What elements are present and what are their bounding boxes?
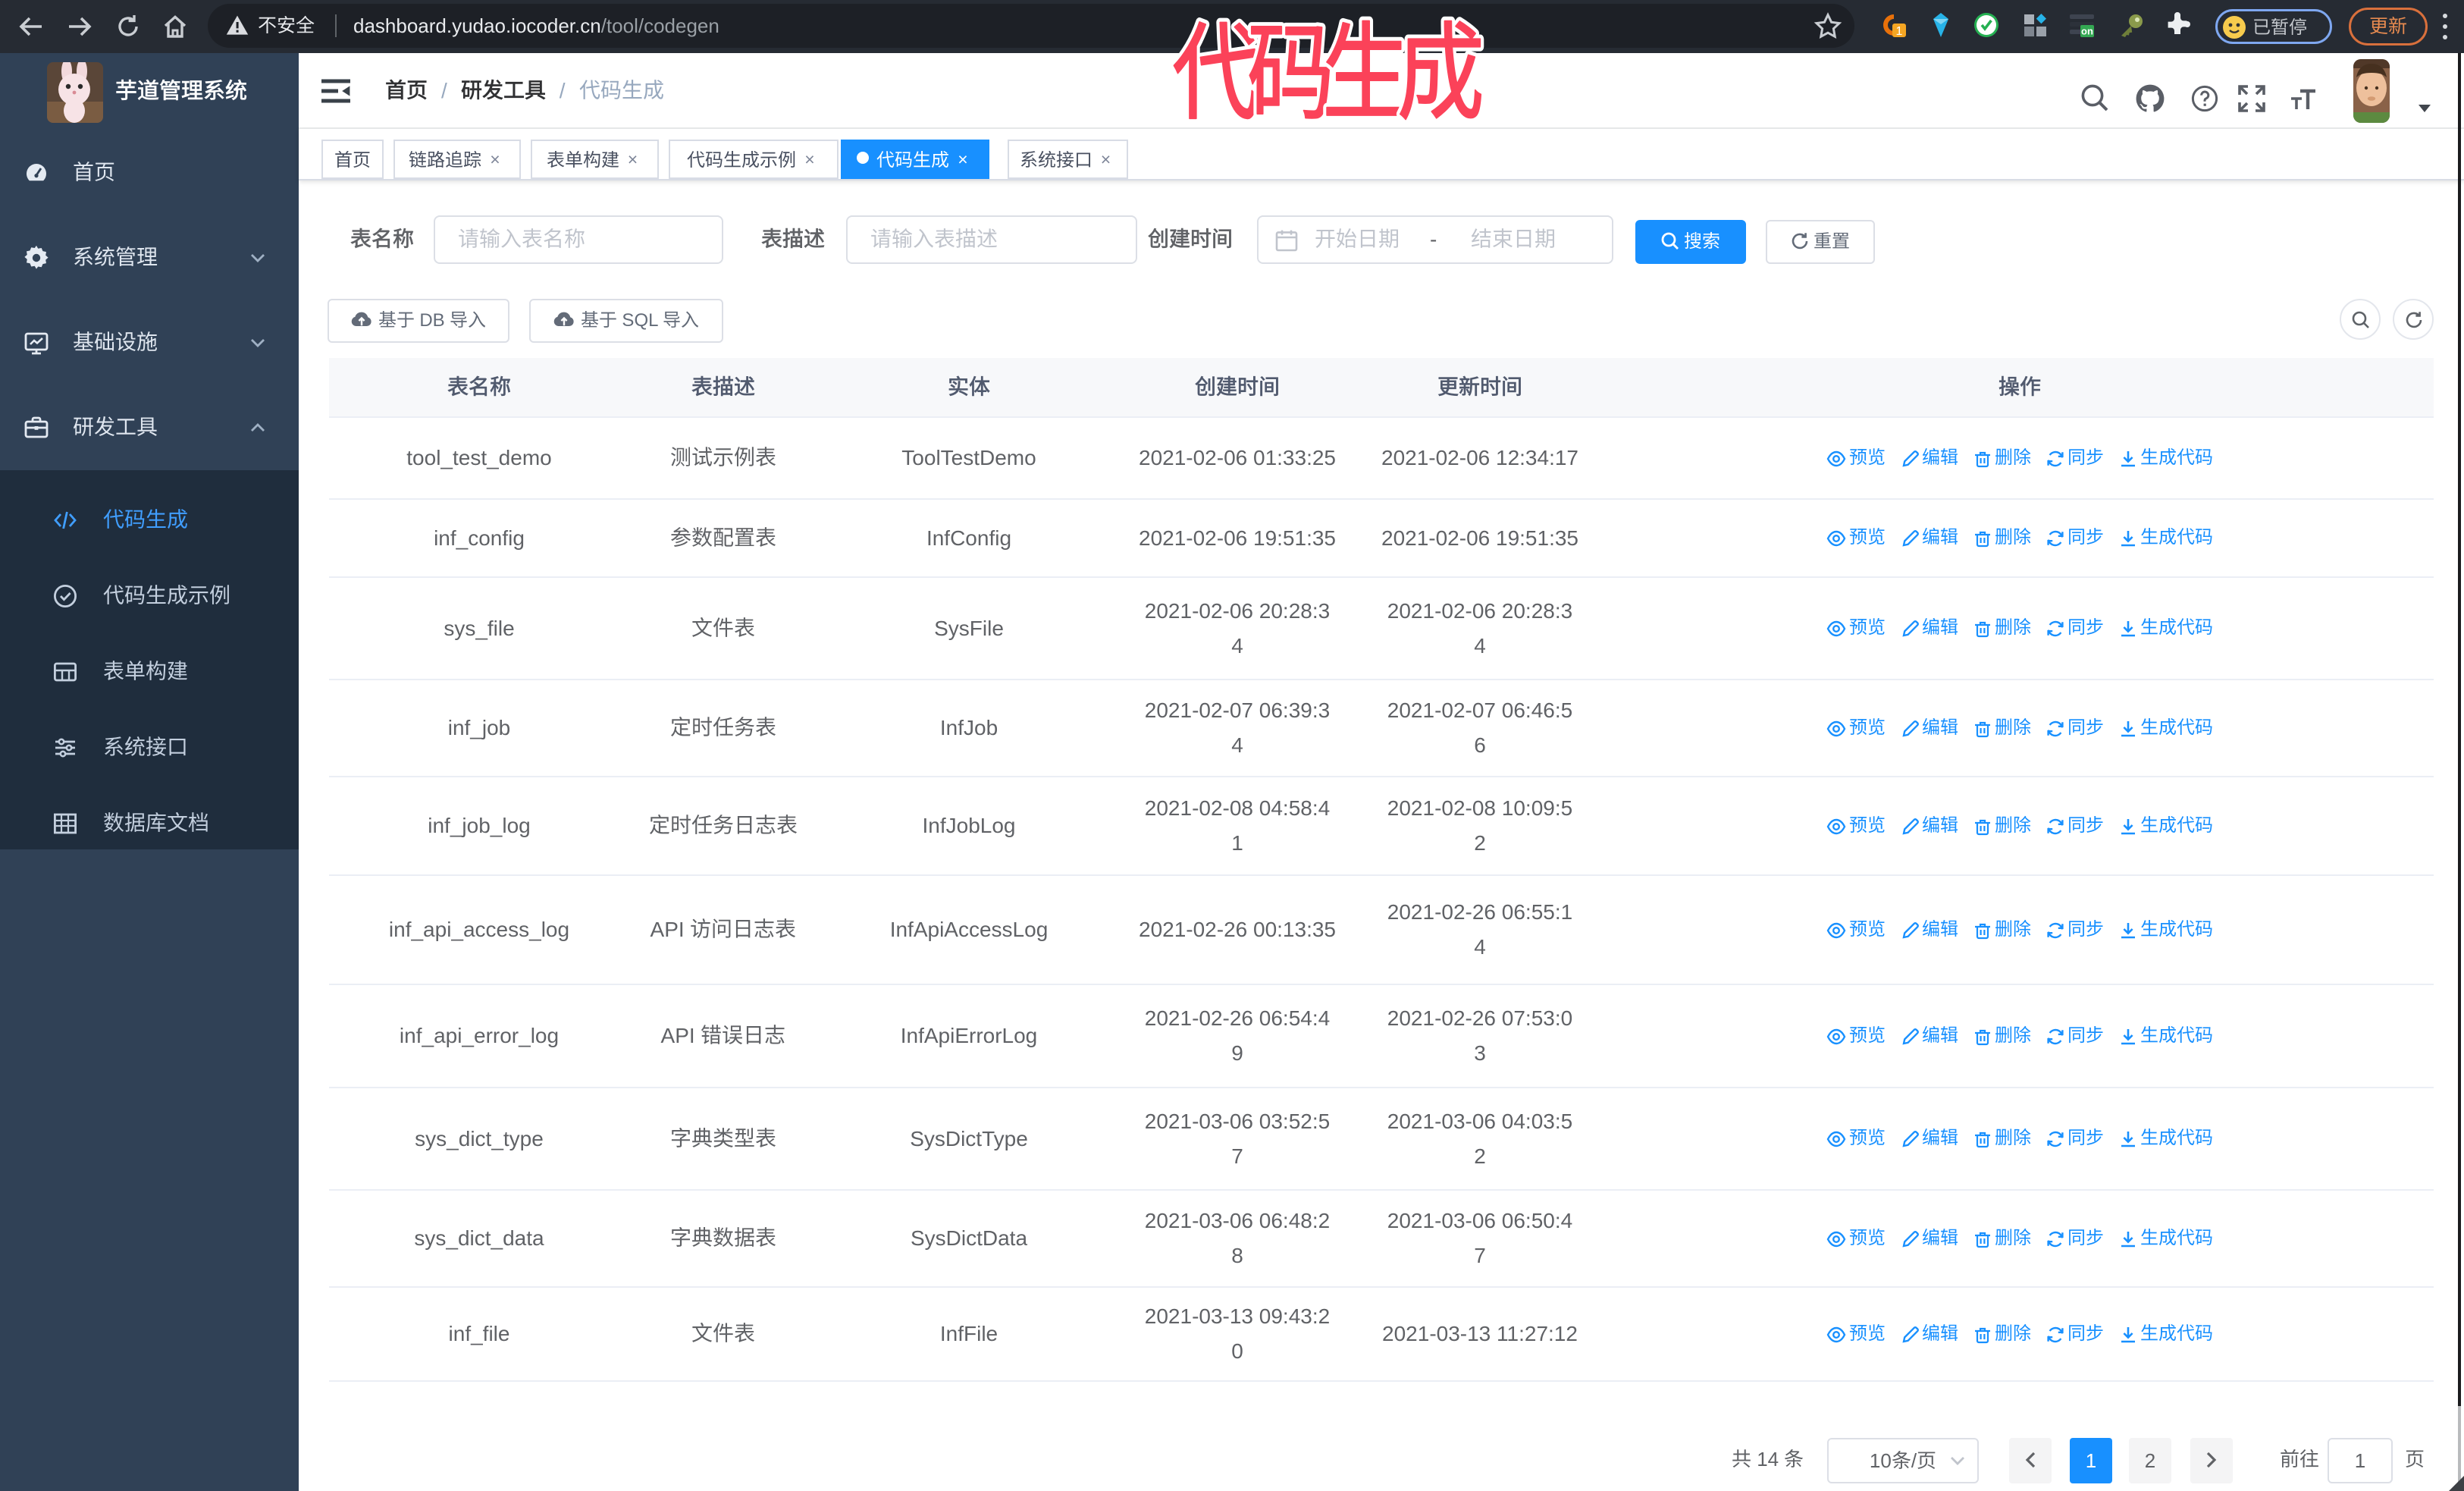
svg-text:on: on — [2081, 26, 2093, 37]
svg-text:1: 1 — [1896, 25, 1903, 38]
